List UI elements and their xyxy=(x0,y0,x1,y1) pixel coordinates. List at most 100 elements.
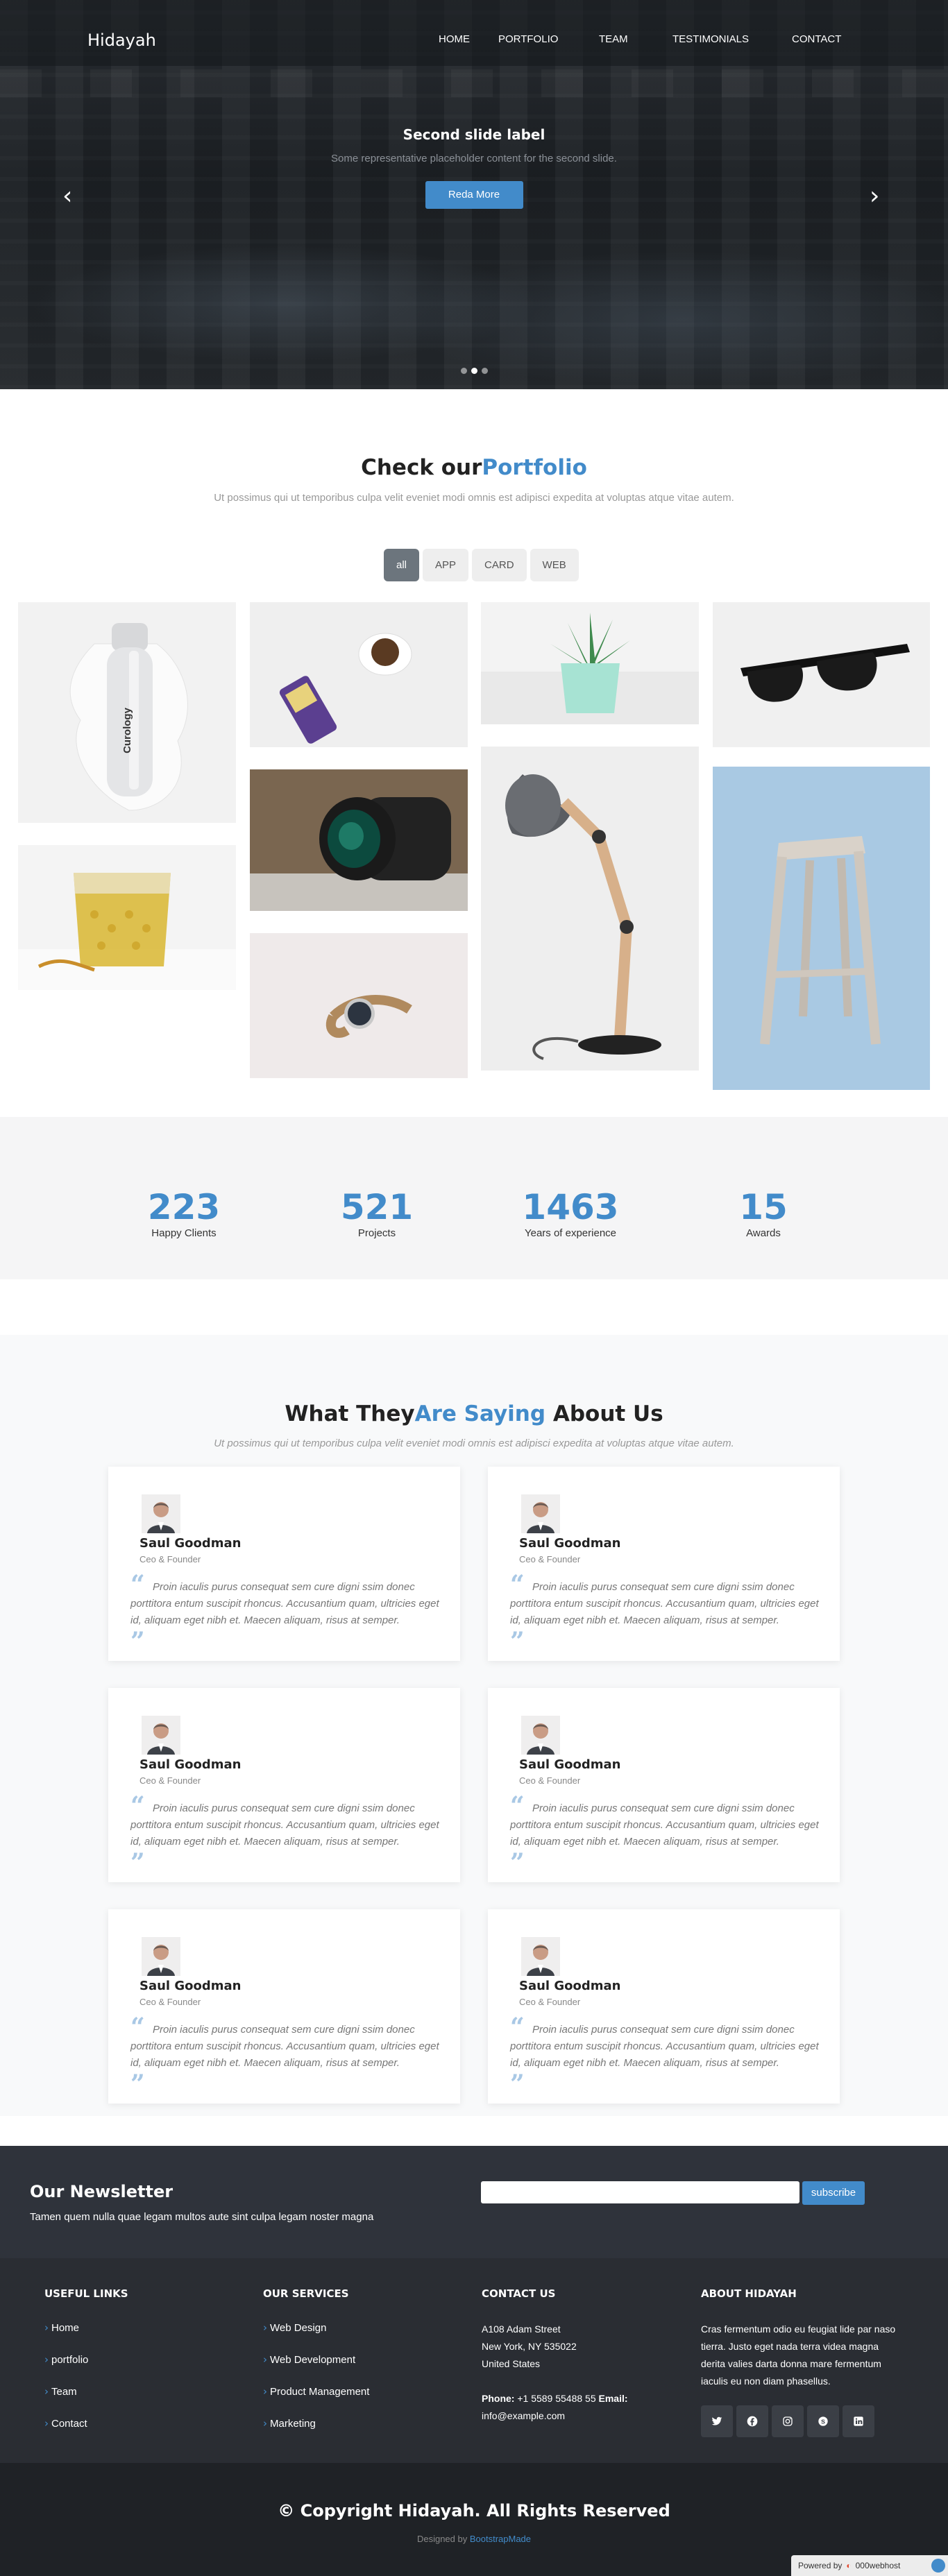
testimonial-name: Saul Goodman xyxy=(519,1536,621,1551)
facebook-icon[interactable] xyxy=(736,2405,768,2437)
skype-icon[interactable]: S xyxy=(807,2405,839,2437)
twitter-icon[interactable] xyxy=(701,2405,733,2437)
honey-glass-image xyxy=(18,873,236,990)
footer-service-web-design[interactable]: › Web Design xyxy=(263,2321,369,2353)
designer-link[interactable]: BootstrapMade xyxy=(470,2534,531,2544)
indicator-1[interactable] xyxy=(460,368,467,374)
footer-service-product-management[interactable]: › Product Management xyxy=(263,2385,369,2416)
nav-team[interactable]: TEAM xyxy=(599,33,628,45)
social-links: S xyxy=(701,2405,904,2437)
portfolio-filters: all APP CARD WEB xyxy=(384,549,579,581)
quote-right-icon: ” xyxy=(130,2070,145,2099)
footer-link-portfolio[interactable]: › portfolio xyxy=(44,2353,128,2385)
testimonial-name: Saul Goodman xyxy=(139,1979,242,1993)
phone-value: +1 5589 55488 55 xyxy=(517,2393,596,2404)
nav-testimonials[interactable]: TESTIMONIALS xyxy=(672,33,749,45)
chat-bubble-icon[interactable] xyxy=(931,2559,945,2573)
nav-home[interactable]: HOME xyxy=(439,33,470,45)
testimonial-card: Saul Goodman Ceo & Founder “Proin iaculis … xyxy=(108,1467,460,1661)
chevron-right-icon: › xyxy=(263,2321,267,2334)
read-more-button[interactable]: Reda More xyxy=(425,181,523,209)
nav-portfolio[interactable]: PORTFOLIO xyxy=(498,33,558,45)
stat-number: 15 xyxy=(739,1187,788,1227)
indicator-3[interactable] xyxy=(481,368,488,374)
testimonial-role: Ceo & Founder xyxy=(139,1775,201,1786)
quote-right-icon: ” xyxy=(130,1627,145,1656)
footer-service-marketing[interactable]: › Marketing xyxy=(263,2416,369,2448)
stat-number: 1463 xyxy=(522,1187,619,1227)
navbar: Hidayah HOME PORTFOLIO TEAM TESTIMONIALS… xyxy=(0,0,948,66)
services-title: OUR SERVICES xyxy=(263,2287,349,2300)
credits: Designed by BootstrapMade xyxy=(0,2534,948,2544)
testimonial-card: Saul Goodman Ceo & Founder “Proin iaculis … xyxy=(488,1467,840,1661)
portfolio-item-sunglasses[interactable] xyxy=(713,602,930,747)
portfolio-item-skincare-bottle[interactable]: Curology xyxy=(18,602,236,823)
contact-address: A108 Adam Street New York, NY 535022 Uni… xyxy=(482,2321,628,2425)
testimonial-name: Saul Goodman xyxy=(519,1757,621,1772)
testimonial-text: Proin iaculis purus consequat sem cure d… xyxy=(130,1802,439,1848)
testimonial-role: Ceo & Founder xyxy=(519,1997,581,2007)
footer-link-label: portfolio xyxy=(51,2354,89,2366)
avatar xyxy=(142,1937,180,1976)
chevron-right-icon: › xyxy=(44,2385,49,2398)
powered-by-label: Powered by xyxy=(798,2561,843,2570)
portfolio-item-coffee-and-tea[interactable] xyxy=(250,602,468,747)
footer-link-home[interactable]: › Home xyxy=(44,2321,128,2353)
portfolio-item-camera-lens[interactable] xyxy=(250,769,468,911)
useful-links-title: USEFUL LINKS xyxy=(44,2287,128,2300)
camera-lens-image xyxy=(250,769,468,911)
newsletter-email-input[interactable] xyxy=(481,2181,799,2203)
testimonial-text: Proin iaculis purus consequat sem cure d… xyxy=(130,1581,439,1626)
email-value[interactable]: info@example.com xyxy=(482,2407,628,2425)
stat-label: Projects xyxy=(357,1227,396,1239)
portfolio-item-succulent-plant[interactable] xyxy=(481,602,699,724)
designed-by-label: Designed by xyxy=(416,2534,468,2544)
chevron-right-icon: › xyxy=(263,2385,267,2398)
instagram-icon[interactable] xyxy=(772,2405,804,2437)
portfolio-item-wrist-watch[interactable] xyxy=(250,933,468,1078)
portfolio-item-desk-lamp[interactable] xyxy=(481,747,699,1071)
filter-web[interactable]: WEB xyxy=(530,549,579,581)
stat-label: Awards xyxy=(746,1227,781,1239)
footer-link-label: Team xyxy=(51,2386,77,2398)
testimonial-role: Ceo & Founder xyxy=(519,1554,581,1564)
skincare-bottle-image: Curology xyxy=(69,623,188,811)
footer-service-label: Marketing xyxy=(270,2418,316,2430)
portfolio-subtitle: Ut possimus qui ut temporibus culpa veli… xyxy=(214,492,734,504)
succulent-plant-image xyxy=(481,613,699,724)
footer-service-web-development[interactable]: › Web Development xyxy=(263,2353,369,2385)
avatar xyxy=(521,1716,560,1755)
testimonial-role: Ceo & Founder xyxy=(139,1997,201,2007)
testimonial-text: Proin iaculis purus consequat sem cure d… xyxy=(510,1802,819,1848)
avatar xyxy=(521,1494,560,1533)
address-line-2: New York, NY 535022 xyxy=(482,2341,577,2352)
filter-card[interactable]: CARD xyxy=(472,549,527,581)
filter-app[interactable]: APP xyxy=(423,549,469,581)
quote-right-icon: ” xyxy=(510,2070,525,2099)
subscribe-button[interactable]: subscribe xyxy=(802,2181,865,2205)
linkedin-icon[interactable] xyxy=(843,2405,874,2437)
copyright-text: © Copyright Hidayah. All Rights Reserved xyxy=(278,2501,670,2520)
testimonial-card: Saul Goodman Ceo & Founder “Proin iaculis … xyxy=(488,1688,840,1882)
filter-all[interactable]: all xyxy=(384,549,420,581)
footer-link-team[interactable]: › Team xyxy=(44,2385,128,2416)
powered-by-badge[interactable]: Powered by ◐ 000webhost xyxy=(791,2555,948,2576)
quote-right-icon: ” xyxy=(510,1848,525,1877)
newsletter-section: Our Newsletter Tamen quem nulla quae leg… xyxy=(0,2146,948,2258)
testimonials-title-accent: Are Saying xyxy=(414,1401,546,1426)
desk-lamp-image xyxy=(505,774,661,1060)
testimonials-title-main: What They xyxy=(285,1401,415,1426)
main-nav: HOME PORTFOLIO TEAM TESTIMONIALS CONTACT xyxy=(0,33,948,47)
chevron-right-icon: › xyxy=(44,2417,49,2430)
indicator-2[interactable] xyxy=(471,368,477,374)
stat-projects: 521 Projects xyxy=(294,1190,460,1239)
portfolio-item-honey-glass[interactable] xyxy=(18,845,236,990)
footer-service-label: Product Management xyxy=(270,2386,370,2398)
nav-contact[interactable]: CONTACT xyxy=(792,33,841,45)
stat-years-experience: 1463 Years of experience xyxy=(487,1190,654,1239)
footer-link-contact[interactable]: › Contact xyxy=(44,2416,128,2448)
about-title: ABOUT HIDAYAH xyxy=(701,2287,797,2300)
footer-link-label: Home xyxy=(51,2322,80,2334)
portfolio-item-wooden-stool[interactable] xyxy=(713,767,930,1090)
testimonial-card: Saul Goodman Ceo & Founder “Proin iaculis … xyxy=(108,1909,460,2104)
